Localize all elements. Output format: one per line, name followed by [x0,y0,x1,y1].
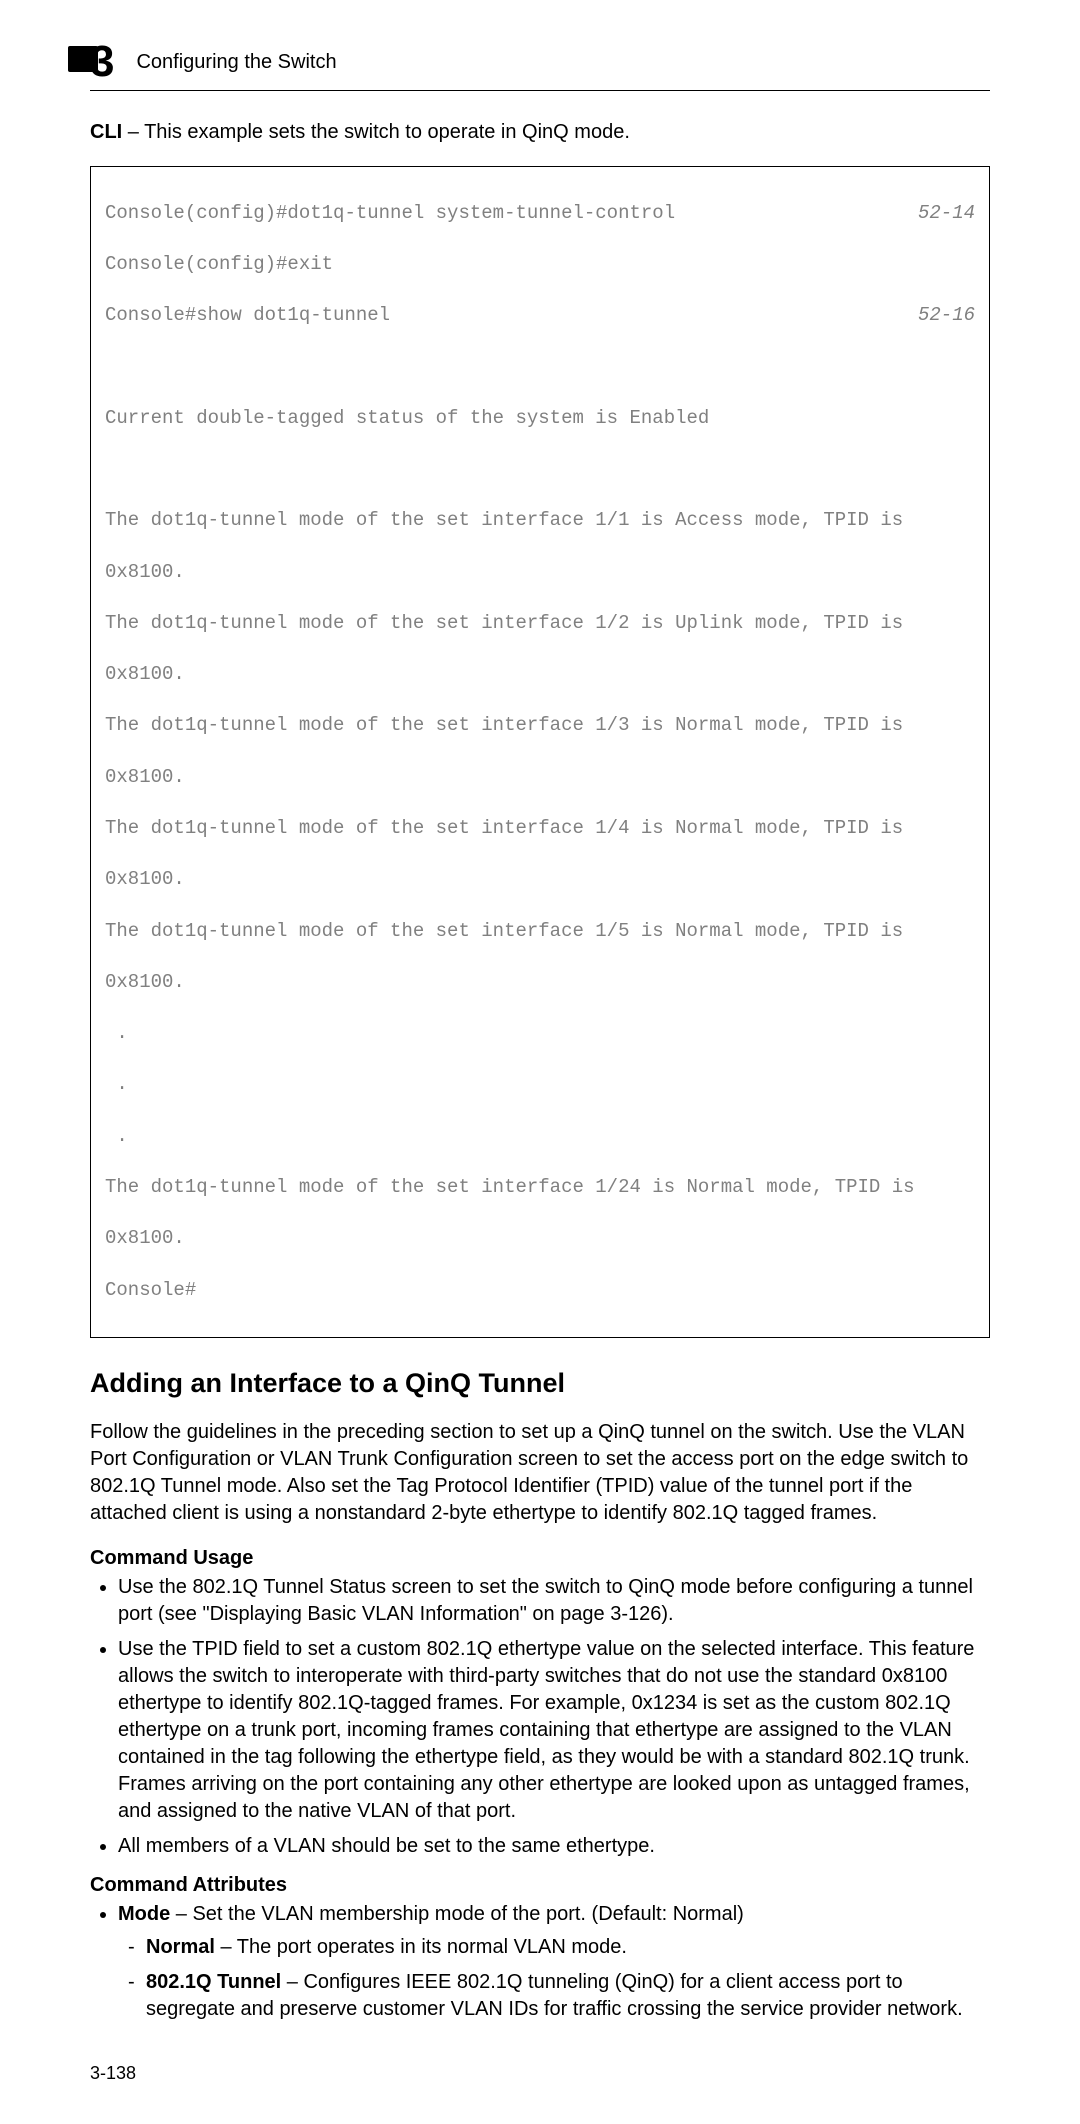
cli-line: 0x8100. [105,560,975,586]
intro-text: – This example sets the switch to operat… [122,121,630,143]
cli-label: CLI [90,121,122,143]
cli-line: Console# [105,1278,975,1304]
cli-line: 0x8100. [105,867,975,893]
mode-sublist: Normal – The port operates in its normal… [118,1934,990,2023]
command-usage-heading: Command Usage [90,1547,990,1570]
page-number: 3-138 [90,2063,990,2084]
tunnel-label: 802.1Q Tunnel [146,1971,281,1993]
cli-line: The dot1q-tunnel mode of the set interfa… [105,713,975,739]
usage-list: Use the 802.1Q Tunnel Status screen to s… [90,1574,990,1860]
cli-line: Console(config)#dot1q-tunnel system-tunn… [105,201,675,227]
cli-line: The dot1q-tunnel mode of the set interfa… [105,919,975,945]
section-heading: Adding an Interface to a QinQ Tunnel [90,1368,990,1399]
chapter-title: Configuring the Switch [136,51,336,74]
list-item: Normal – The port operates in its normal… [146,1934,990,1961]
command-attributes-heading: Command Attributes [90,1874,990,1897]
cli-line: The dot1q-tunnel mode of the set interfa… [105,508,975,534]
section-paragraph: Follow the guidelines in the preceding s… [90,1419,990,1527]
cli-output-box: Console(config)#dot1q-tunnel system-tunn… [90,166,990,1338]
page-header: 3 Configuring the Switch [90,40,990,91]
list-item: Use the 802.1Q Tunnel Status screen to s… [118,1574,990,1628]
cli-line: 0x8100. [105,1226,975,1252]
cli-ref: 52-14 [918,201,975,227]
attributes-list: Mode – Set the VLAN membership mode of t… [90,1901,990,2023]
list-item: 802.1Q Tunnel – Configures IEEE 802.1Q t… [146,1969,990,2023]
cli-line: Current double-tagged status of the syst… [105,406,975,432]
cli-line: . [105,1021,975,1047]
intro-paragraph: CLI – This example sets the switch to op… [90,119,990,146]
cli-line: 0x8100. [105,970,975,996]
cli-line: 0x8100. [105,662,975,688]
cli-line: . [105,1072,975,1098]
list-item: All members of a VLAN should be set to t… [118,1833,990,1860]
cli-line: . [105,1124,975,1150]
cli-line: Console#show dot1q-tunnel [105,303,390,329]
mode-text: – Set the VLAN membership mode of the po… [170,1903,744,1925]
list-item: Use the TPID field to set a custom 802.1… [118,1636,990,1825]
cli-ref: 52-16 [918,303,975,329]
cli-line: 0x8100. [105,765,975,791]
chapter-number: 3 [90,37,114,86]
normal-label: Normal [146,1936,215,1958]
cli-line: The dot1q-tunnel mode of the set interfa… [105,816,975,842]
cli-line: Console(config)#exit [105,252,975,278]
cli-line: The dot1q-tunnel mode of the set interfa… [105,1175,975,1201]
list-item: Mode – Set the VLAN membership mode of t… [118,1901,990,2023]
mode-label: Mode [118,1903,170,1925]
normal-text: – The port operates in its normal VLAN m… [215,1936,627,1958]
chapter-badge: 3 [90,40,114,84]
cli-line: The dot1q-tunnel mode of the set interfa… [105,611,975,637]
